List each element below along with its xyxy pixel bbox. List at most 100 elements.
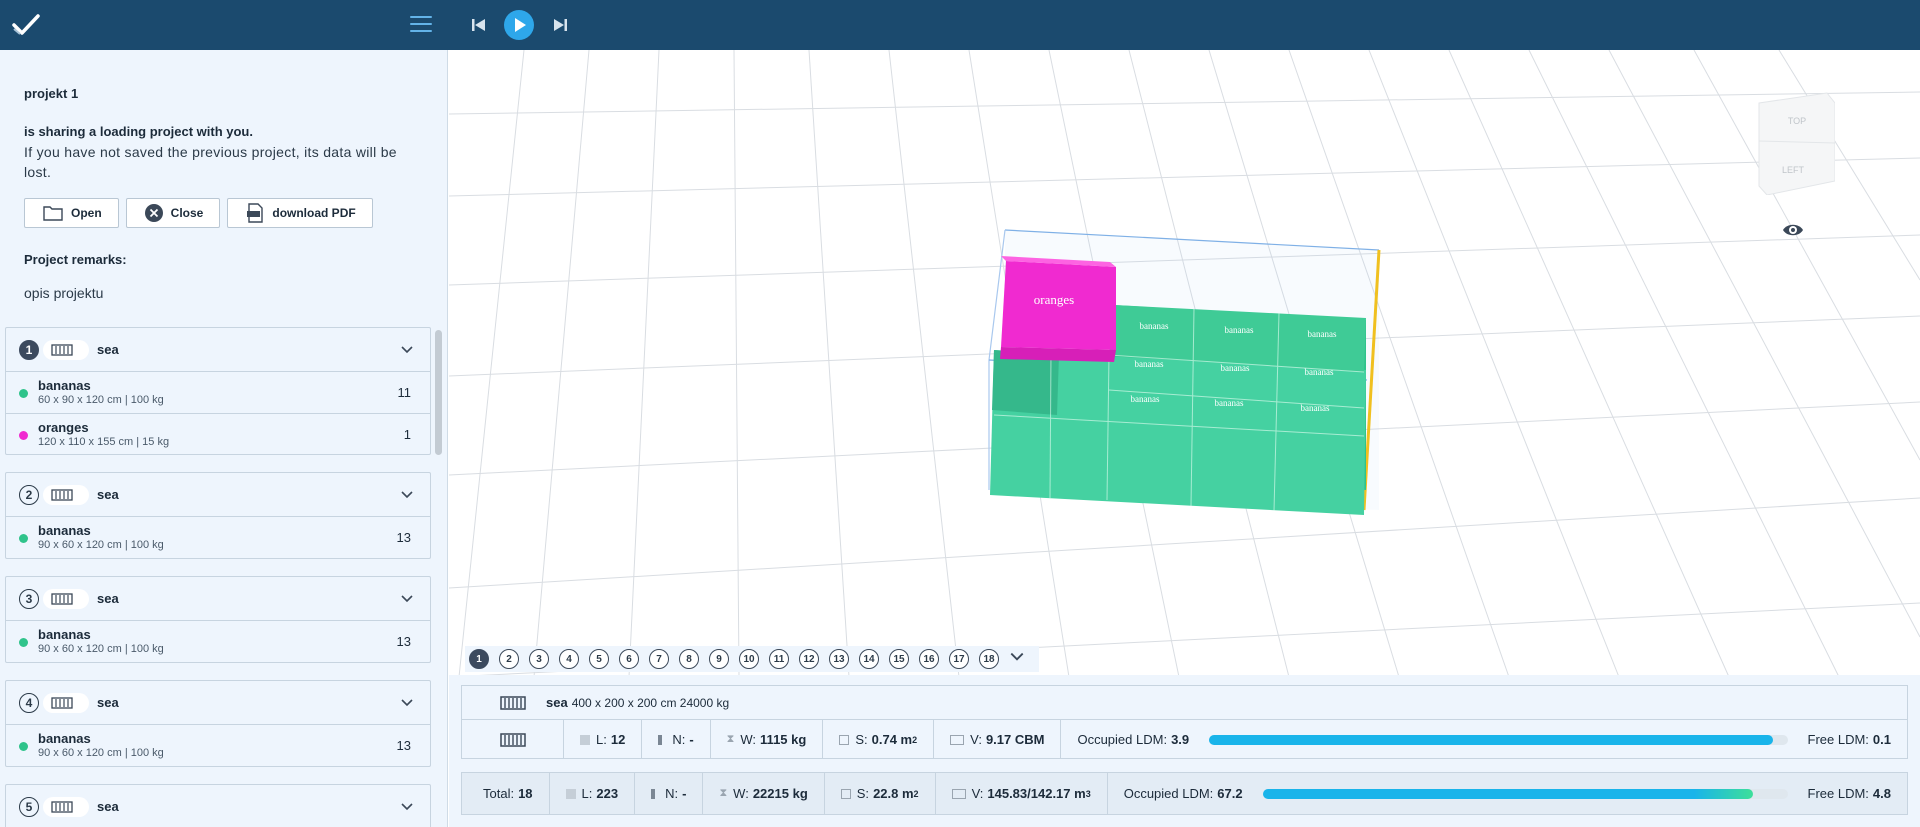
free-ldm-value: 4.8: [1872, 786, 1891, 801]
skip-next-icon[interactable]: [551, 10, 569, 40]
banana-label: bananas: [1301, 403, 1330, 413]
page-button[interactable]: 14: [859, 649, 879, 669]
hamburger-menu-icon[interactable]: [410, 16, 432, 34]
cargo-name: bananas: [38, 378, 91, 393]
container-card-header[interactable]: 2 sea: [6, 473, 430, 517]
close-circle-icon: [144, 204, 163, 222]
page-button[interactable]: 4: [559, 649, 579, 669]
stat-length: L: 12: [564, 720, 643, 759]
volume-icon: [950, 734, 965, 745]
container-number: 3: [19, 588, 39, 609]
container-name: sea: [97, 695, 119, 710]
3d-viewport[interactable]: oranges bananas bananas bananas bananas …: [449, 50, 1920, 677]
cargo-qty: 1: [403, 427, 411, 442]
warning-text: If you have not saved the previous proje…: [24, 144, 397, 180]
cube-top-label: TOP: [1788, 116, 1806, 126]
page-button[interactable]: 2: [499, 649, 519, 669]
container-stat-icon: [462, 720, 564, 759]
page-button[interactable]: 13: [829, 649, 849, 669]
chevron-down-icon[interactable]: [400, 488, 414, 502]
container-dims: 400 x 200 x 200 cm 24000 kg: [571, 695, 730, 710]
container-name: sea: [546, 695, 568, 710]
container-card[interactable]: 3 sea bananas 90 x 60 x 120 cm | 100 kg …: [5, 576, 431, 663]
page-button[interactable]: 11: [769, 649, 789, 669]
page-button[interactable]: 1: [469, 649, 489, 669]
cargo-item[interactable]: bananas 90 x 60 x 120 cm | 100 kg 13: [6, 517, 430, 558]
container-card[interactable]: 5 sea: [5, 784, 431, 827]
container-name: sea: [97, 799, 119, 814]
page-button[interactable]: 16: [919, 649, 939, 669]
banana-label: bananas: [1131, 394, 1160, 404]
container-type-icon: [43, 692, 89, 713]
page-button[interactable]: 8: [679, 649, 699, 669]
page-button[interactable]: 12: [799, 649, 819, 669]
total-ldm: Occupied LDM: 67.2 Free LDM: 4.8: [1108, 773, 1907, 814]
container-icon: [500, 732, 526, 747]
remarks-value: opis projektu: [24, 285, 104, 301]
total-volume: V: 145.83/142.17 m3: [936, 773, 1108, 814]
page-button[interactable]: 17: [949, 649, 969, 669]
cargo-dims: 60 x 90 x 120 cm | 100 kg: [38, 394, 164, 406]
container-card-header[interactable]: 5 sea: [6, 785, 430, 827]
container-card[interactable]: 1 sea bananas 60 x 90 x 120 cm | 100 kg …: [5, 327, 431, 455]
banana-label: bananas: [1225, 325, 1254, 335]
ldm-progress: [1262, 788, 1788, 799]
page-button[interactable]: 7: [649, 649, 669, 669]
sidebar-scrollbar[interactable]: [435, 330, 442, 455]
ldm-progress-fill: [1262, 788, 1753, 799]
stat-ldm: Occupied LDM: 3.9 Free LDM: 0.1: [1061, 720, 1907, 759]
play-icon[interactable]: [504, 10, 534, 40]
container-card-header[interactable]: 1 sea: [6, 328, 430, 372]
chevron-down-icon[interactable]: [400, 592, 414, 606]
open-button-label: Open: [71, 206, 102, 220]
free-ldm-label: Free LDM:: [1807, 732, 1869, 747]
container-card-header[interactable]: 3 sea: [6, 577, 430, 621]
cargo-color-dot: [19, 431, 28, 440]
page-button[interactable]: 9: [709, 649, 729, 669]
chevron-down-icon[interactable]: [400, 343, 414, 357]
container-card[interactable]: 2 sea bananas 90 x 60 x 120 cm | 100 kg …: [5, 472, 431, 559]
skip-previous-icon[interactable]: [470, 10, 488, 40]
cargo-item[interactable]: bananas 90 x 60 x 120 cm | 100 kg 13: [6, 725, 430, 766]
cargo-name: bananas: [38, 523, 91, 538]
page-button[interactable]: 10: [739, 649, 759, 669]
total-count: Total: 18: [462, 773, 550, 814]
pdf-button-label: download PDF: [272, 206, 356, 220]
container-card[interactable]: 4 sea bananas 90 x 60 x 120 cm | 100 kg …: [5, 680, 431, 767]
folder-icon: [43, 206, 63, 221]
layers-icon: [580, 734, 590, 745]
sidebar: projekt 1 is sharing a loading project w…: [0, 50, 448, 827]
page-button[interactable]: 3: [529, 649, 549, 669]
cargo-name: bananas: [38, 627, 91, 642]
open-button[interactable]: Open: [24, 198, 119, 228]
page-button[interactable]: 6: [619, 649, 639, 669]
cargo-item[interactable]: bananas 60 x 90 x 120 cm | 100 kg 11: [6, 372, 430, 413]
cargo-qty: 11: [397, 385, 412, 400]
page-button[interactable]: 15: [889, 649, 909, 669]
stat-volume: V: 9.17 CBM: [934, 720, 1062, 759]
occupied-ldm-value: 3.9: [1171, 732, 1190, 747]
close-button[interactable]: Close: [125, 198, 221, 228]
chevron-down-icon[interactable]: [1009, 649, 1039, 670]
container-pagination: 1 2 3 4 5 6 7 8 9 10 11 12 13 14 15 16 17 18: [465, 646, 1039, 672]
chevron-down-icon[interactable]: [400, 800, 414, 814]
3d-scene[interactable]: oranges bananas bananas bananas bananas …: [449, 50, 1920, 677]
container-card-header[interactable]: 4 sea: [6, 681, 430, 725]
checkmark-logo-icon[interactable]: [12, 13, 40, 37]
stat-weight: ⧗ W: 1115 kg: [711, 720, 824, 759]
cargo-qty: 13: [396, 530, 411, 545]
container-type-icon: [43, 484, 89, 505]
download-pdf-button[interactable]: download PDF: [227, 198, 373, 228]
navigation-cube[interactable]: TOP LEFT: [1757, 91, 1835, 195]
cargo-item[interactable]: bananas 90 x 60 x 120 cm | 100 kg 13: [6, 621, 430, 662]
page-button[interactable]: 18: [979, 649, 999, 669]
cargo-qty: 13: [396, 634, 411, 649]
page-button[interactable]: 5: [589, 649, 609, 669]
cargo-item[interactable]: oranges 120 x 110 x 155 cm | 15 kg 1: [6, 413, 430, 454]
cargo-color-dot: [19, 638, 28, 647]
stat-surface: S: 0.74 m2: [823, 720, 935, 759]
chevron-down-icon[interactable]: [400, 696, 414, 710]
container-number: 4: [19, 692, 39, 713]
remarks-label: Project remarks:: [24, 252, 127, 267]
eye-visibility-icon[interactable]: [1782, 222, 1804, 238]
